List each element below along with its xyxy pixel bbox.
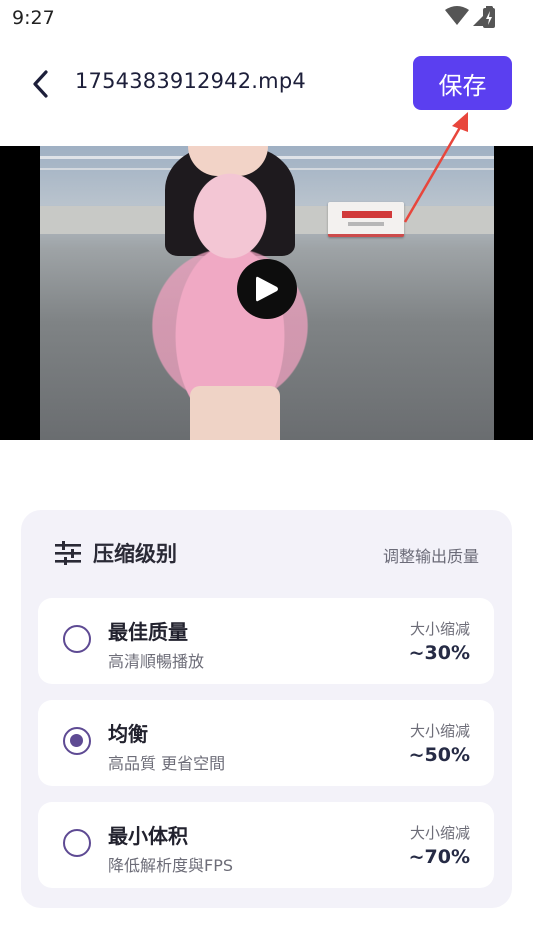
status-time: 9:27 xyxy=(12,7,55,29)
compression-header: 压缩级别 调整输出质量 xyxy=(21,510,512,598)
option-smallest-size[interactable]: 最小体积 降低解析度與FPS 大小缩减 ~70% xyxy=(38,802,494,888)
compression-title: 压缩级别 xyxy=(93,542,177,566)
app-bar: 1754383912942.mp4 保存 xyxy=(0,48,533,120)
back-arrow-icon xyxy=(33,70,48,98)
option-subtitle: 降低解析度與FPS xyxy=(108,856,234,875)
option-balanced[interactable]: 均衡 高品質 更省空間 大小缩减 ~50% xyxy=(38,700,494,786)
legs-shape xyxy=(190,386,280,440)
back-button[interactable] xyxy=(22,64,58,104)
sign-subtext-bar xyxy=(348,222,384,226)
compression-panel: 压缩级别 调整输出质量 最佳质量 高清順暢播放 大小缩减 ~30% 均衡 高品質… xyxy=(21,510,512,908)
option-title: 最佳质量 xyxy=(108,620,188,644)
reduction-label: 大小缩减 xyxy=(409,620,470,638)
reduction-label: 大小缩减 xyxy=(409,824,470,842)
play-icon xyxy=(256,276,278,302)
reduction-value: ~30% xyxy=(408,642,470,664)
sign-text-bar xyxy=(342,211,392,218)
file-name-title: 1754383912942.mp4 xyxy=(75,69,306,93)
reduction-label: 大小缩减 xyxy=(409,722,470,740)
wifi-icon xyxy=(445,6,469,25)
radio-icon[interactable] xyxy=(63,829,91,857)
tune-icon xyxy=(55,541,81,565)
option-best-quality[interactable]: 最佳质量 高清順暢播放 大小缩减 ~30% xyxy=(38,598,494,684)
reduction-value: ~50% xyxy=(408,744,470,766)
video-preview[interactable] xyxy=(0,146,533,440)
play-button[interactable] xyxy=(237,259,297,319)
reduction-value: ~70% xyxy=(408,846,470,868)
option-subtitle: 高清順暢播放 xyxy=(108,652,205,671)
battery-icon xyxy=(483,6,495,28)
status-bar: 9:27 xyxy=(0,0,533,36)
radio-icon[interactable] xyxy=(63,625,91,653)
option-title: 均衡 xyxy=(108,722,148,746)
save-button[interactable]: 保存 xyxy=(413,56,512,110)
option-subtitle: 高品質 更省空間 xyxy=(108,754,226,773)
compression-hint: 调整输出质量 xyxy=(382,547,479,566)
option-title: 最小体积 xyxy=(108,824,188,848)
radio-icon[interactable] xyxy=(63,727,91,755)
